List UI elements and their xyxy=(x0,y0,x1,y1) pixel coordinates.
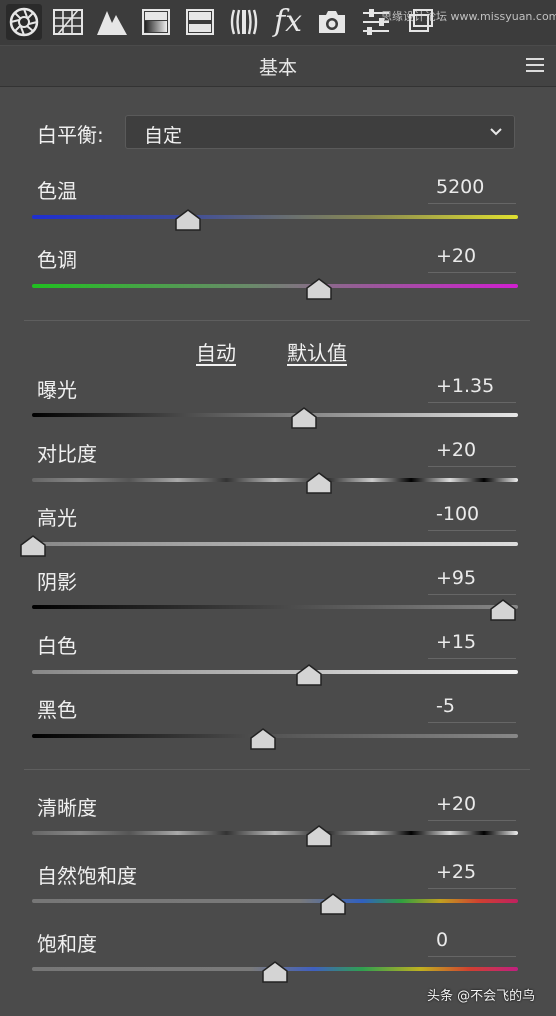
shadows-value[interactable]: +95 xyxy=(428,567,516,595)
toolbar: fx 思缘设计论坛 www.missyuan.com xyxy=(0,0,556,45)
lens-profile-icon[interactable] xyxy=(226,4,262,40)
fx-label: fx xyxy=(273,4,303,39)
exposure-track[interactable] xyxy=(32,413,518,417)
whites-thumb[interactable] xyxy=(296,664,322,686)
blacks-value[interactable]: -5 xyxy=(428,695,516,723)
camera-icon[interactable] xyxy=(314,4,350,40)
temperature-value[interactable]: 5200 xyxy=(428,176,516,204)
gradient-panel-icon[interactable] xyxy=(138,4,174,40)
saturation-label: 饱和度 xyxy=(37,932,97,956)
panel-menu-icon[interactable] xyxy=(526,58,544,72)
blacks-thumb[interactable] xyxy=(250,728,276,750)
vibrance-thumb[interactable] xyxy=(320,893,347,915)
default-link[interactable]: 默认值 xyxy=(287,337,347,366)
shadows-label: 阴影 xyxy=(37,570,77,594)
vibrance-label: 自然饱和度 xyxy=(37,864,137,888)
white-balance-value: 自定 xyxy=(144,125,183,147)
contrast-value[interactable]: +20 xyxy=(428,439,516,467)
tint-thumb[interactable] xyxy=(305,278,332,300)
exposure-label: 曝光 xyxy=(37,378,77,402)
clarity-value[interactable]: +20 xyxy=(428,793,516,821)
tint-label: 色调 xyxy=(37,248,77,272)
contrast-label: 对比度 xyxy=(37,442,97,466)
white-balance-label: 白平衡: xyxy=(37,123,104,147)
panel-header: 基本 xyxy=(0,46,556,87)
clarity-track[interactable] xyxy=(32,831,518,835)
watermark-text: 思缘设计论坛 www.missyuan.com xyxy=(381,10,556,23)
fx-icon[interactable]: fx xyxy=(270,4,306,40)
whites-value[interactable]: +15 xyxy=(428,631,516,659)
panel-title: 基本 xyxy=(258,57,297,79)
vibrance-value[interactable]: +25 xyxy=(428,861,516,889)
mountains-icon[interactable] xyxy=(94,4,130,40)
contrast-track[interactable] xyxy=(32,478,518,482)
temperature-track[interactable] xyxy=(32,215,518,219)
chevron-down-icon xyxy=(490,128,502,136)
saturation-value[interactable]: 0 xyxy=(428,929,516,957)
blacks-label: 黑色 xyxy=(37,698,77,722)
footer-watermark: 头条 @不会飞的鸟 xyxy=(427,989,536,1004)
section-divider xyxy=(24,769,530,770)
white-balance-select[interactable]: 自定 xyxy=(125,115,515,149)
exposure-value[interactable]: +1.35 xyxy=(428,375,516,403)
highlights-track[interactable] xyxy=(32,542,518,546)
highlights-value[interactable]: -100 xyxy=(428,503,516,531)
whites-label: 白色 xyxy=(37,634,77,658)
auto-link[interactable]: 自动 xyxy=(196,337,236,366)
highlights-label: 高光 xyxy=(37,506,77,530)
temperature-label: 色温 xyxy=(37,179,77,203)
grid-icon[interactable] xyxy=(50,4,86,40)
aperture-icon[interactable] xyxy=(6,4,42,40)
temperature-thumb[interactable] xyxy=(174,209,201,231)
section-divider xyxy=(24,320,530,321)
shadows-track[interactable] xyxy=(32,605,518,609)
clarity-thumb[interactable] xyxy=(305,825,332,847)
tint-value[interactable]: +20 xyxy=(428,245,516,273)
whites-track[interactable] xyxy=(32,670,518,674)
shadows-thumb[interactable] xyxy=(490,599,517,621)
exposure-thumb[interactable] xyxy=(291,407,317,429)
saturation-thumb[interactable] xyxy=(262,961,288,983)
vibrance-track[interactable] xyxy=(32,899,518,903)
contrast-thumb[interactable] xyxy=(305,472,332,494)
split-panel-icon[interactable] xyxy=(182,4,218,40)
tint-track[interactable] xyxy=(32,284,518,288)
highlights-thumb[interactable] xyxy=(20,535,46,557)
clarity-label: 清晰度 xyxy=(37,796,97,820)
